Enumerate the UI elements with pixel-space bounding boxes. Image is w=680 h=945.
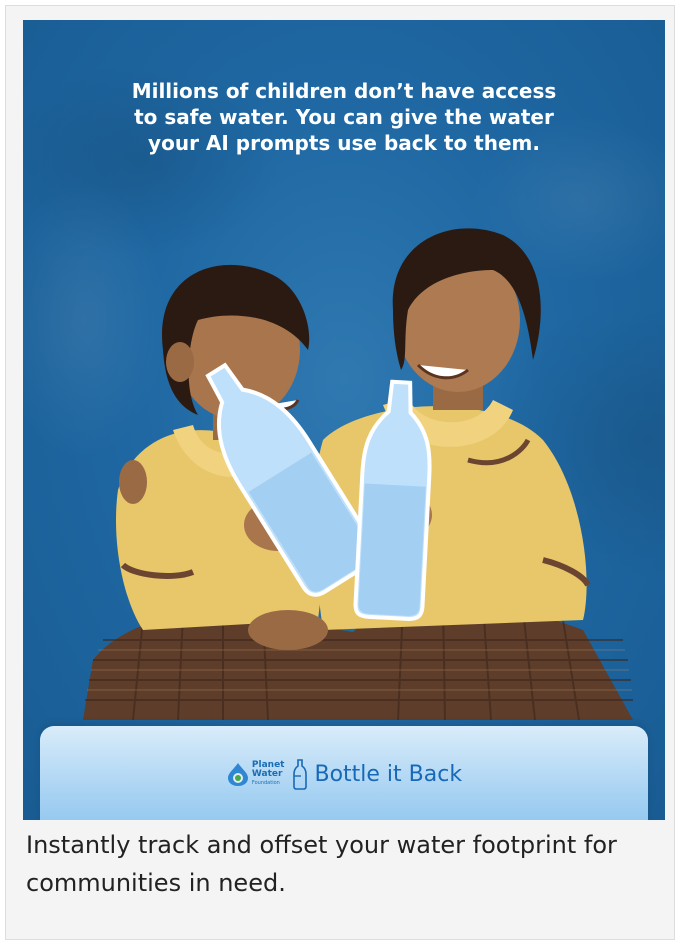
promo-headline: Millions of children don’t have access t… [131,79,557,155]
planet-water-foundation-logo: Planet Water Foundation [226,760,284,788]
brand-bar: Planet Water Foundation Bottle it Back [40,726,648,820]
logo-word-foundation: Foundation [251,779,280,786]
brand-row: Planet Water Foundation Bottle it Back [40,752,648,796]
promo-image[interactable]: Millions of children don’t have access t… [23,20,665,820]
logo-word-water: Water [251,768,283,779]
bottle-outline-icon [292,758,308,790]
ad-caption: Instantly track and offset your water fo… [26,831,617,897]
bottle-it-back-label: Bottle it Back [314,761,463,787]
planet-water-logo-icon [227,763,248,786]
ad-card[interactable]: Millions of children don’t have access t… [5,5,675,940]
